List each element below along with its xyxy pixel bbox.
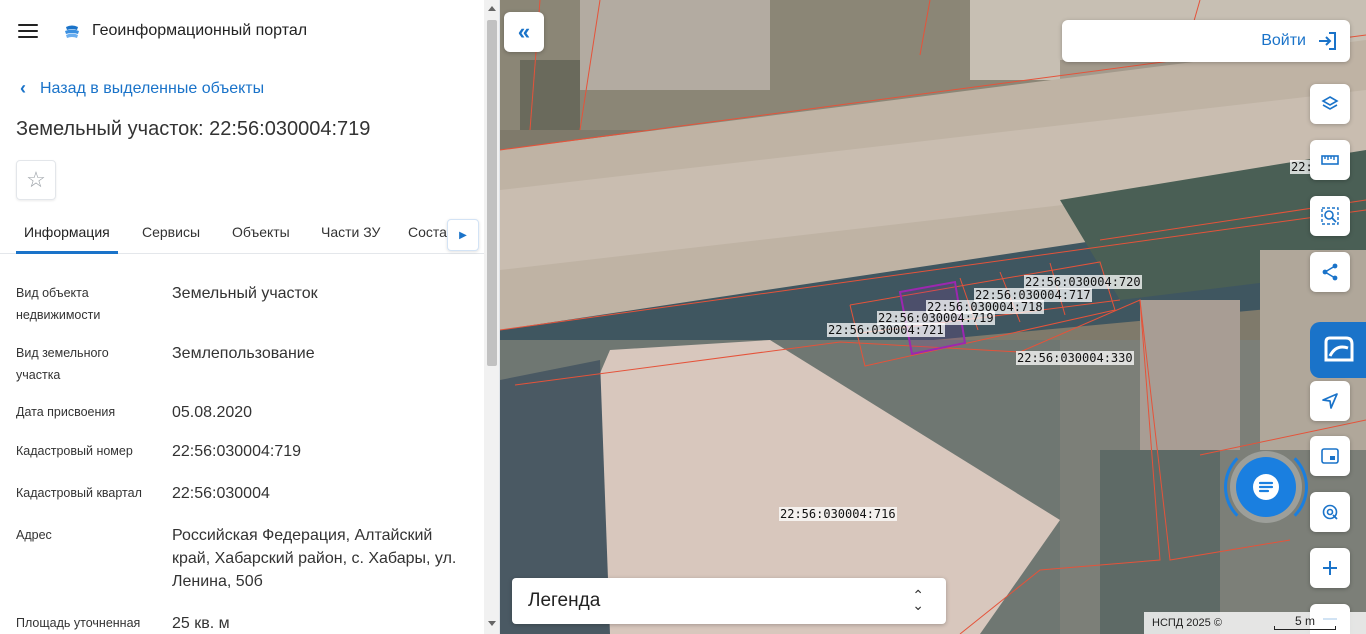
menu-icon[interactable] [18,24,38,40]
double-chevron-left-icon: « [517,19,531,44]
login-icon [1319,32,1336,50]
active-tab-indicator [16,251,118,254]
tab-services[interactable]: Сервисы [142,224,200,240]
parcel-label[interactable]: 22:56:030004:716 [779,507,897,521]
map-view[interactable]: 22:56:030004:720 22:56:030004:717 22:56:… [500,0,1366,634]
chat-button[interactable] [1236,457,1296,517]
app-root: Геоинформационный портал ‹ Назад в выдел… [0,0,1366,634]
star-icon: ☆ [26,167,46,192]
chat-icon [1253,474,1279,500]
info-key: Кадастровый номер [16,444,133,458]
info-key: Адрес [16,528,52,542]
zoom-in-button[interactable] [1310,548,1350,588]
legend-label: Легенда [528,590,601,611]
expand-collapse-icon: ⌃ ⌄ [912,587,924,613]
location-button[interactable] [1310,492,1350,532]
login-button[interactable]: Войти [1062,20,1350,62]
info-panel: Геоинформационный портал ‹ Назад в выдел… [0,0,500,634]
select-area-icon [1321,207,1339,225]
scroll-down-icon[interactable] [488,621,496,626]
portal-logo-icon [65,25,79,38]
parcel-label[interactable]: 22:56:030004:330 [1016,351,1134,365]
parcel-label[interactable]: 22:56:030004:720 [1024,275,1142,289]
info-value: Землепользование [172,345,315,362]
nspd-button[interactable] [1310,322,1366,378]
info-value: Российская Федерация, Алтайский край, Ха… [172,527,457,590]
favorite-button[interactable]: ☆ [16,160,56,200]
info-value: 05.08.2020 [172,404,253,421]
layers-button[interactable] [1310,84,1350,124]
object-title: Земельный участок: 22:56:030004:719 [16,118,371,140]
minimap-button[interactable] [1310,436,1350,476]
ruler-button[interactable] [1310,140,1350,180]
info-value: Земельный участок [172,285,318,302]
info-value: 25 кв. м [172,615,230,632]
app-title: Геоинформационный портал [92,22,308,39]
tab-information[interactable]: Информация [24,224,110,240]
back-link[interactable]: ‹ Назад в выделенные объекты [20,78,264,99]
info-value: 22:56:030004:719 [172,443,302,460]
info-key: Дата присвоения [16,405,116,419]
map-attribution: НСПД 2025 © 5 m [1144,612,1366,634]
navigate-icon [1322,393,1338,409]
panel-scrollbar[interactable] [484,0,499,634]
tab-bar: Информация Сервисы Объекты Части ЗУ Сост… [0,212,484,254]
info-key: Вид объекта недвижимости [16,286,101,322]
back-link-label: Назад в выделенные объекты [40,79,265,97]
share-icon [1322,263,1338,281]
layers-icon [1321,96,1339,110]
ruler-icon [1321,155,1339,165]
chevron-left-icon: ‹ [20,78,26,98]
location-icon [1322,504,1338,520]
scroll-up-icon[interactable] [488,6,496,11]
parcel-label[interactable]: 22:56:030004:721 [827,323,945,337]
collapse-panel-button[interactable]: « [504,12,544,52]
info-key: Кадастровый квартал [16,486,142,500]
scale-bar [1274,626,1336,630]
tab-parts[interactable]: Части ЗУ [321,224,380,240]
chevron-right-icon: ▶ [459,229,467,241]
legend-toggle[interactable]: Легенда ⌃ ⌄ [512,578,946,624]
info-key: Вид земельного участка [16,346,109,382]
minimap-icon [1321,448,1339,464]
info-key: Площадь уточненная [16,616,141,630]
info-value: 22:56:030004 [172,485,270,502]
select-area-button[interactable] [1310,196,1350,236]
login-label: Войти [1261,32,1306,49]
share-button[interactable] [1310,252,1350,292]
attribution-text: НСПД 2025 © [1152,617,1222,629]
zoom-in-icon [1323,561,1337,575]
tabs-scroll-right-button[interactable]: ▶ [447,219,479,251]
navigate-button[interactable] [1310,381,1350,421]
scroll-thumb[interactable] [487,20,497,366]
tab-objects[interactable]: Объекты [232,224,290,240]
nspd-logo-icon [1324,336,1354,362]
